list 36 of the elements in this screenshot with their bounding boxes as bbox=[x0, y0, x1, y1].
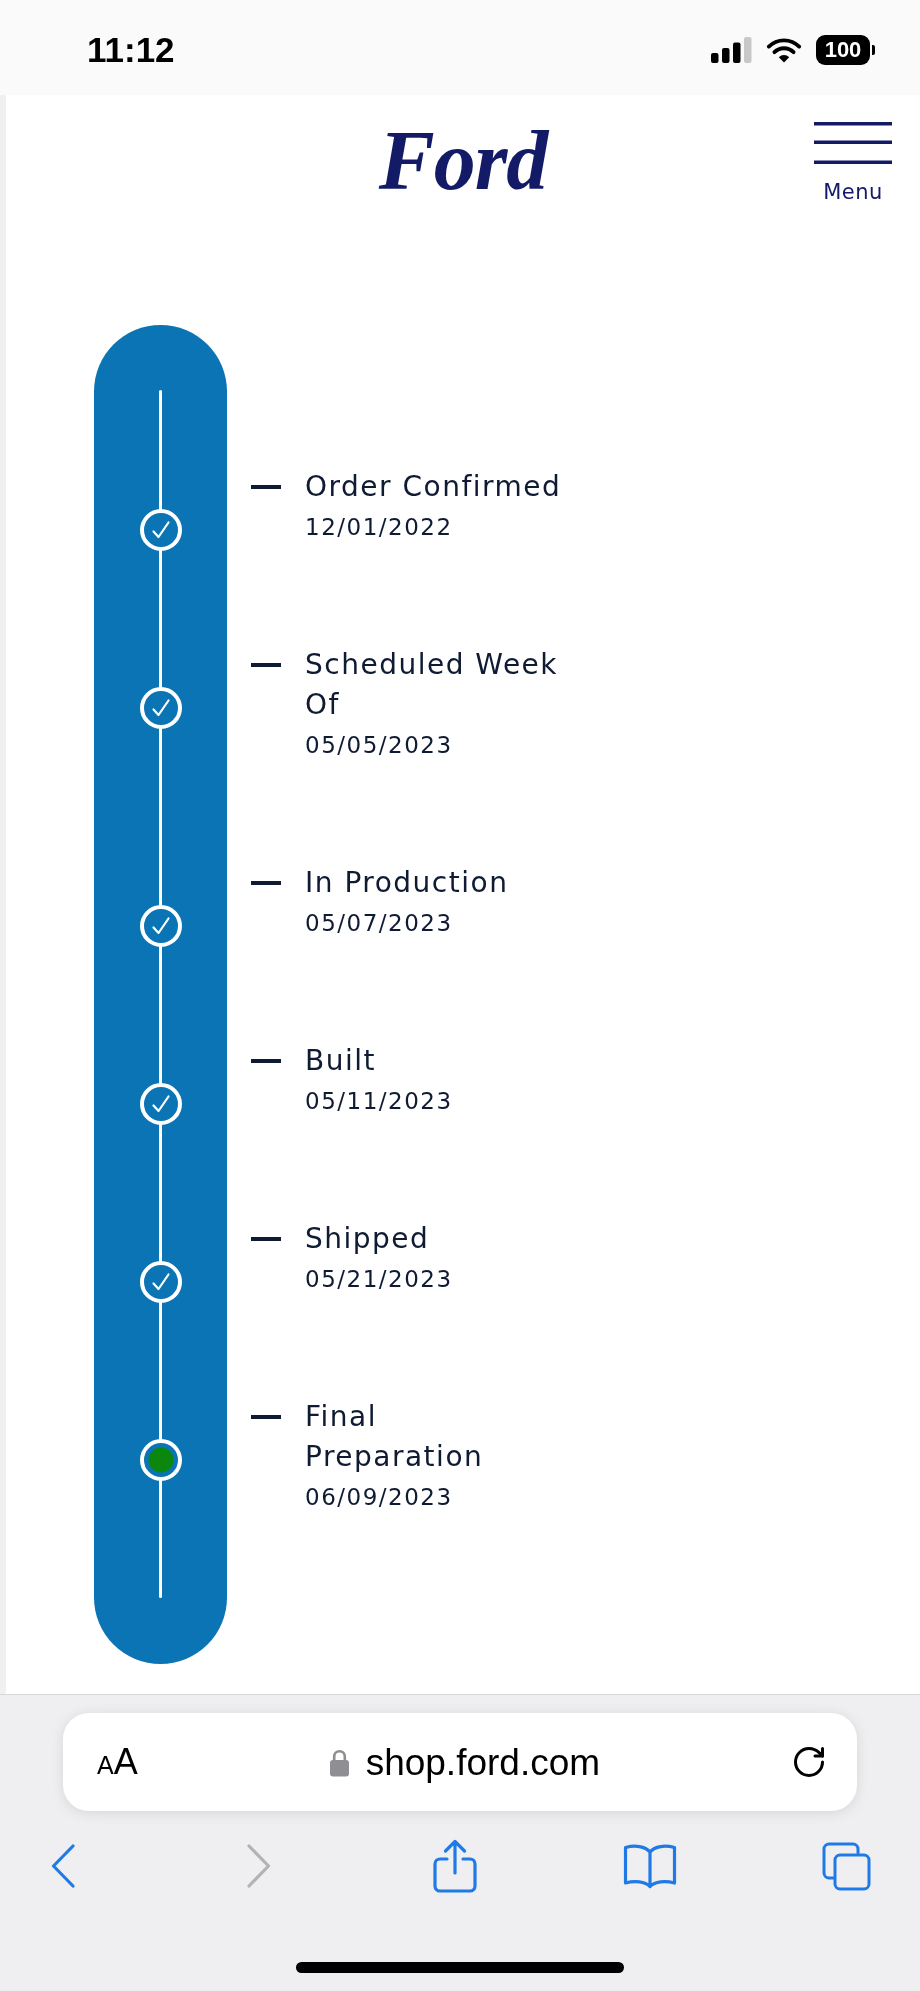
reload-button[interactable] bbox=[791, 1744, 827, 1780]
milestone-date: 05/11/2023 bbox=[305, 1087, 454, 1116]
dash-icon bbox=[251, 485, 281, 489]
milestone-title: Shipped bbox=[305, 1221, 431, 1257]
menu-icon bbox=[814, 122, 892, 164]
milestone-date: 05/21/2023 bbox=[305, 1265, 454, 1294]
overlapping-squares-icon bbox=[821, 1841, 871, 1891]
milestone-title: In Production bbox=[305, 865, 510, 901]
open-book-icon bbox=[623, 1843, 678, 1889]
milestone-date: 05/07/2023 bbox=[305, 909, 454, 938]
status-time: 11:12 bbox=[87, 32, 175, 67]
url-text: shop.ford.com bbox=[365, 1743, 601, 1781]
milestone-title: Scheduled Week Of bbox=[305, 647, 560, 723]
battery-percentage: 100 bbox=[816, 34, 870, 65]
share-icon bbox=[432, 1839, 477, 1893]
milestone-title: Final Preparation bbox=[305, 1399, 485, 1475]
dash-icon bbox=[251, 1237, 281, 1241]
milestone-date: 05/05/2023 bbox=[305, 731, 454, 760]
dash-icon bbox=[251, 663, 281, 667]
chevron-right-icon bbox=[246, 1844, 271, 1888]
milestone-date: 06/09/2023 bbox=[305, 1483, 454, 1512]
milestone-title: Built bbox=[305, 1043, 377, 1079]
text-size-button[interactable]: AA bbox=[97, 1744, 138, 1780]
dash-icon bbox=[251, 1059, 281, 1063]
milestone-title: Order Confirmed bbox=[305, 469, 563, 505]
brand-logo[interactable]: Ford bbox=[378, 119, 548, 222]
reload-icon bbox=[791, 1744, 827, 1780]
dash-icon bbox=[251, 1415, 281, 1419]
chevron-left-icon bbox=[51, 1844, 75, 1888]
milestone-date: 12/01/2022 bbox=[305, 513, 454, 542]
lock-icon bbox=[328, 1747, 350, 1777]
signal-icon bbox=[711, 36, 752, 63]
menu-button[interactable]: Menu bbox=[814, 122, 892, 204]
dash-icon bbox=[251, 881, 281, 885]
wifi-icon bbox=[766, 36, 802, 63]
address-bar[interactable]: AA shop.ford.com bbox=[63, 1713, 857, 1811]
